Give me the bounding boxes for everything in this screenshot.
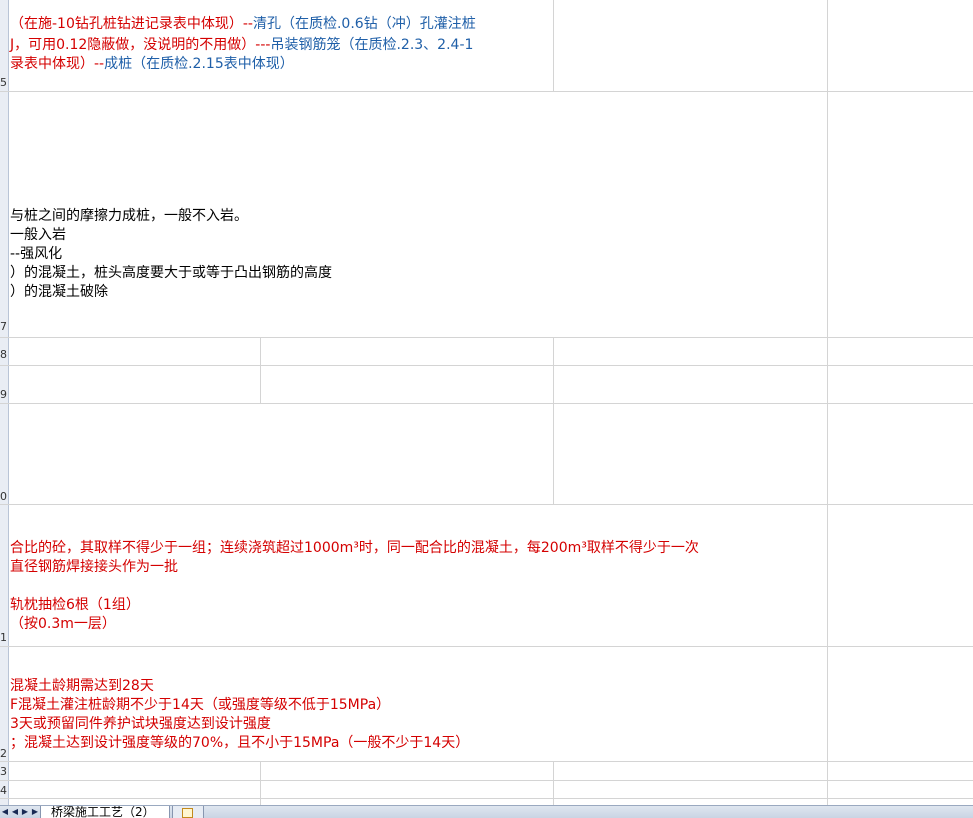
cell-row11-line4[interactable]: （按0.3m一层） bbox=[10, 615, 116, 633]
column-border bbox=[260, 761, 261, 805]
insert-sheet-button[interactable] bbox=[172, 806, 204, 818]
cell-text-blue: 清孔（在质检.0.6钻（冲）孔灌注桩 bbox=[252, 16, 476, 32]
cell-text-blue: 成桩（在质检.2.15表中体现） bbox=[104, 56, 294, 72]
cell-row7-line5[interactable]: ）的混凝土破除 bbox=[10, 283, 108, 301]
row-number-11[interactable]: 1 bbox=[0, 632, 7, 644]
row-number-5[interactable]: 5 bbox=[0, 77, 7, 89]
column-border bbox=[260, 337, 261, 403]
next-sheet-icon[interactable]: ▶ bbox=[20, 806, 30, 818]
cell-row5-line1[interactable]: （在施-10钻孔桩钻进记录表中体现）--清孔（在质检.0.6钻（冲）孔灌注桩 bbox=[10, 15, 476, 33]
row-number-8[interactable]: 8 bbox=[0, 349, 7, 361]
sheet-tab-active[interactable]: 桥梁施工工艺（2） bbox=[40, 806, 170, 818]
prev-sheet-icon[interactable]: ◀ bbox=[10, 806, 20, 818]
cell-row12-line3[interactable]: 3天或预留同件养护试块强度达到设计强度 bbox=[10, 715, 271, 733]
cell-text-red: 录表中体现）-- bbox=[10, 56, 105, 72]
cell-row12-line2[interactable]: F混凝土灌注桩龄期不少于14天（或强度等级不低于15MPa） bbox=[10, 696, 390, 714]
row-number-14[interactable]: 4 bbox=[0, 785, 7, 797]
cell-text-red: （在施-10钻孔桩钻进记录表中体现）-- bbox=[10, 16, 253, 32]
column-border bbox=[827, 0, 828, 805]
spreadsheet-grid[interactable]: 5 7 8 9 0 1 2 3 4 （在施-10钻孔桩钻进记录表中体现）--清孔… bbox=[0, 0, 973, 805]
cell-text-red: J，可用0.12隐蔽做，没说明的不用做）--- bbox=[10, 37, 271, 53]
cell-row7-line1[interactable]: 与桩之间的摩擦力成桩，一般不入岩。 bbox=[10, 207, 248, 225]
cell-row5-line3[interactable]: 录表中体现）--成桩（在质检.2.15表中体现） bbox=[10, 55, 294, 73]
column-border bbox=[553, 0, 554, 91]
cell-row11-line1[interactable]: 合比的砼，其取样不得少于一组；连续浇筑超过1000m³时，同一配合比的混凝土，每… bbox=[10, 539, 699, 557]
cell-row7-line3[interactable]: --强风化 bbox=[10, 245, 62, 263]
cell-row5-line2[interactable]: J，可用0.12隐蔽做，没说明的不用做）---吊装钢筋笼（在质检.2.3、2.4… bbox=[10, 36, 473, 54]
cell-text-blue: 吊装钢筋笼（在质检.2.3、2.4-1 bbox=[270, 37, 474, 53]
cell-row12-line1[interactable]: 混凝土龄期需达到28天 bbox=[10, 677, 154, 695]
column-border bbox=[553, 337, 554, 504]
last-sheet-icon[interactable]: ▶ bbox=[30, 806, 40, 818]
cell-row12-line4[interactable]: ；混凝土达到设计强度等级的70%，且不小于15MPa（一般不少于14天） bbox=[10, 734, 469, 752]
cell-row7-line2[interactable]: 一般入岩 bbox=[10, 226, 66, 244]
row-number-7[interactable]: 7 bbox=[0, 321, 7, 333]
row-number-10[interactable]: 0 bbox=[0, 491, 7, 503]
first-sheet-icon[interactable]: ◀ bbox=[0, 806, 10, 818]
row-number-9[interactable]: 9 bbox=[0, 389, 7, 401]
cell-row7-line4[interactable]: ）的混凝土，桩头高度要大于或等于凸出钢筋的高度 bbox=[10, 264, 332, 282]
cell-row11-line2[interactable]: 直径钢筋焊接接头作为一批 bbox=[10, 558, 178, 576]
row-number-13[interactable]: 3 bbox=[0, 766, 7, 778]
sheet-tab-bar: ◀ ◀ ▶ ▶ 桥梁施工工艺（2） bbox=[0, 805, 973, 818]
row-number-12[interactable]: 2 bbox=[0, 748, 7, 760]
column-border bbox=[553, 761, 554, 805]
cell-row11-line3[interactable]: 轨枕抽检6根（1组） bbox=[10, 596, 140, 614]
